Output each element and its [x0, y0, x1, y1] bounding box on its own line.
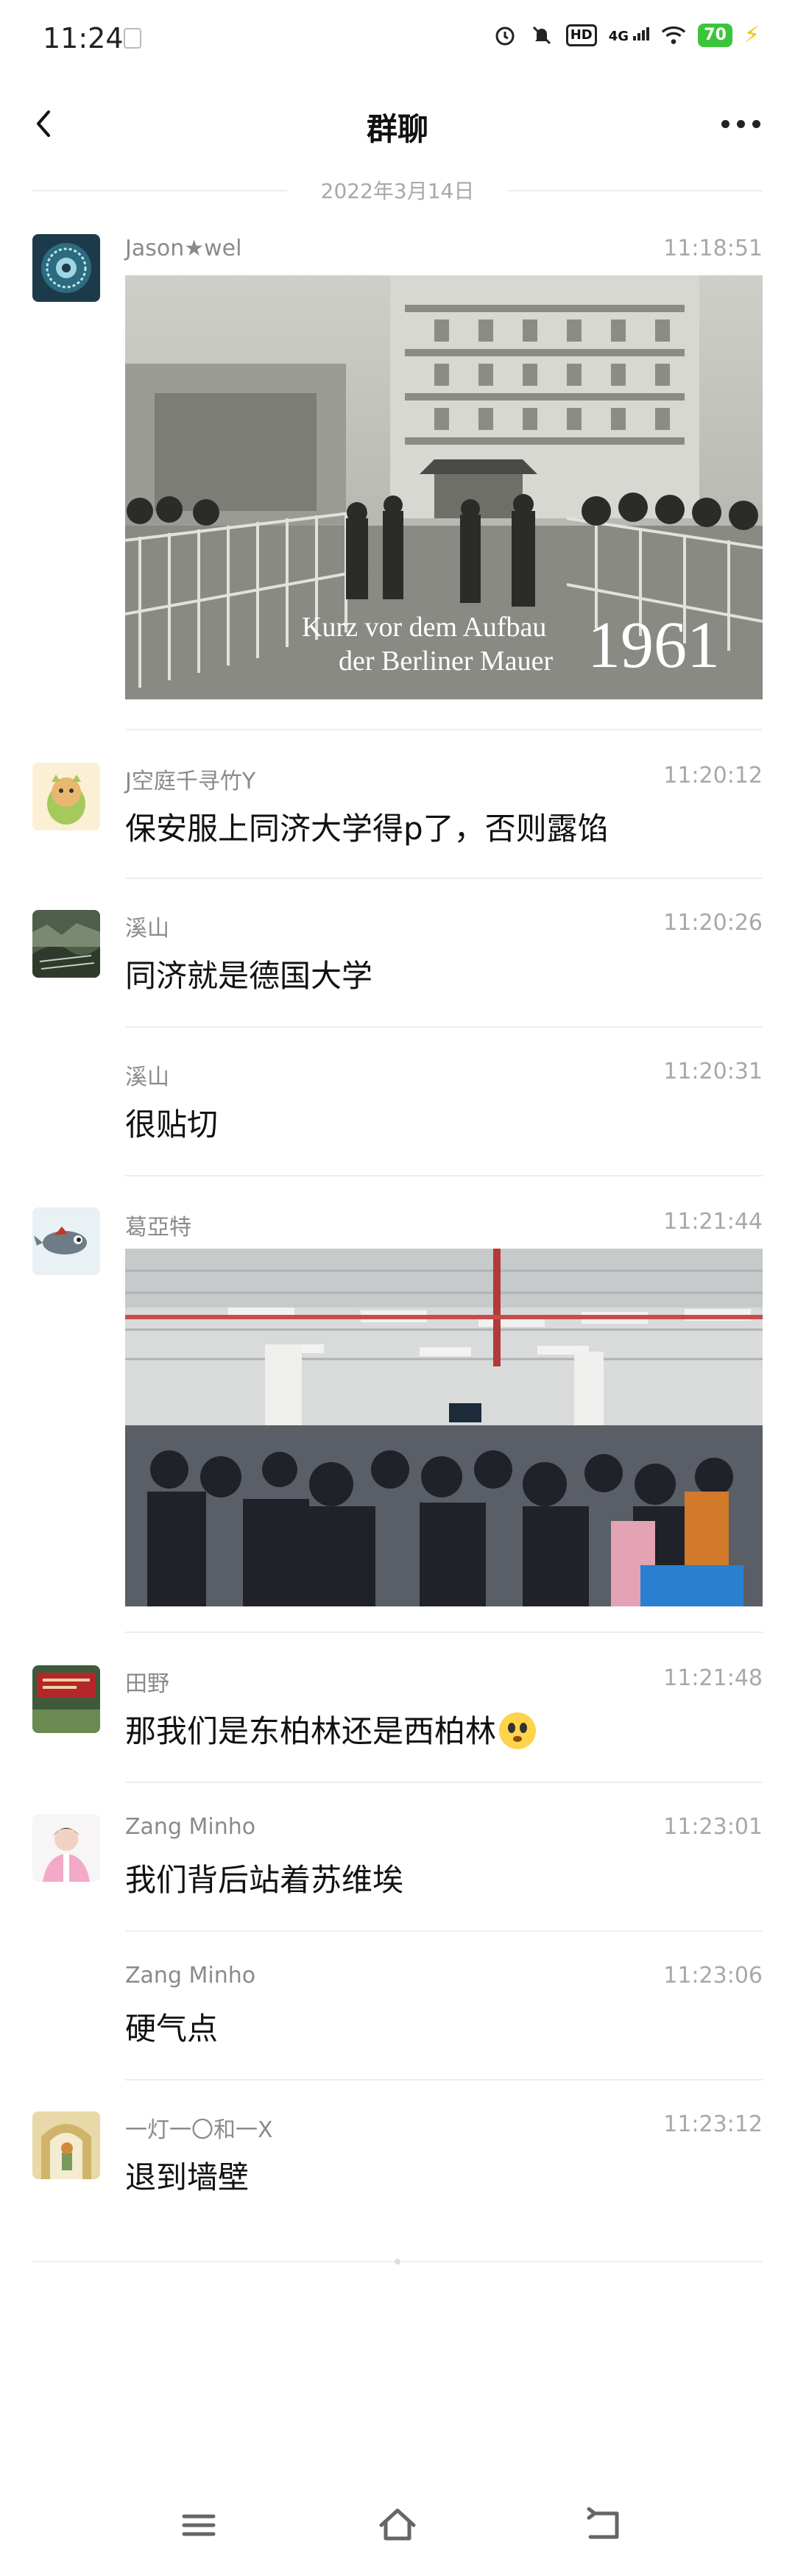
message-text[interactable]: 保安服上同济大学得p了，否则露馅	[125, 804, 609, 849]
image-caption-line2: der Berliner Mauer	[339, 646, 554, 677]
message-time: 11:20:31	[663, 1059, 763, 1084]
date-divider: 2022年3月14日	[0, 174, 795, 203]
avatar[interactable]	[32, 910, 100, 978]
message-text[interactable]: 退到墙壁	[125, 2153, 249, 2198]
message-text[interactable]: 我们背后站着苏维埃	[125, 1855, 403, 1900]
message-separator	[125, 2079, 763, 2081]
sender-name: Jason★wel	[125, 236, 242, 261]
nav-menu-button[interactable]	[177, 2503, 221, 2547]
avatar[interactable]	[32, 1814, 100, 1882]
hd-icon: HD	[565, 24, 597, 46]
dot	[752, 119, 760, 128]
battery-icon: 70	[698, 23, 732, 47]
signal-icon: 4G	[609, 27, 650, 43]
sender-name: 一灯一〇和一X	[125, 2117, 273, 2143]
image-caption-line1: Kurz vor dem Aufbau	[302, 612, 546, 643]
system-nav-bar	[0, 2488, 795, 2576]
sender-name: Zang Minho	[125, 1963, 256, 1989]
message-time: 11:18:51	[663, 236, 763, 261]
return-icon	[587, 2507, 619, 2539]
home-icon	[379, 2508, 416, 2541]
alarm-icon	[492, 23, 517, 48]
message-time: 11:23:06	[663, 1963, 763, 1989]
nav-home-button[interactable]	[375, 2503, 420, 2547]
message-text-row[interactable]: 那我们是东柏林还是西柏林	[125, 1707, 537, 1752]
message-time: 11:23:01	[663, 1814, 763, 1840]
wifi-icon	[661, 23, 686, 48]
message-image[interactable]	[125, 1249, 763, 1606]
sender-name: J空庭千寻竹Y	[125, 769, 256, 794]
sim-icon	[124, 28, 141, 49]
mute-icon	[529, 23, 554, 48]
more-button[interactable]	[721, 115, 766, 133]
message-separator	[125, 1175, 763, 1176]
image-year: 1961	[587, 609, 720, 682]
message-text: 那我们是东柏林还是西柏林	[125, 1713, 497, 1749]
avatar[interactable]	[32, 1665, 100, 1733]
message-separator	[125, 1026, 763, 1028]
network-label: 4G	[608, 28, 629, 44]
message-item: Zang Minho 11:23:01 我们背后站着苏维埃	[0, 1814, 795, 1929]
avatar[interactable]	[32, 763, 100, 830]
message-separator	[125, 729, 763, 730]
message-time: 11:23:12	[663, 2111, 763, 2137]
sender-name: 溪山	[125, 916, 169, 942]
message-time: 11:21:48	[663, 1665, 763, 1691]
message-item: J空庭千寻竹Y 11:20:12 保安服上同济大学得p了，否则露馅	[0, 763, 795, 910]
avatar[interactable]	[32, 1207, 100, 1275]
message-item: 葛亞特 11:21:44	[0, 1207, 795, 1633]
avatar[interactable]	[32, 2111, 100, 2179]
message-item: 溪山 11:20:31 很贴切	[0, 1059, 795, 1174]
nav-back-button[interactable]	[582, 2503, 626, 2547]
message-separator	[125, 1782, 763, 1783]
message-separator	[125, 1930, 763, 1932]
message-image[interactable]: Kurz vor dem Aufbau der Berliner Mauer 1…	[125, 275, 763, 699]
avatar[interactable]	[32, 234, 100, 302]
message-separator	[125, 1631, 763, 1633]
sender-name: Zang Minho	[125, 1814, 256, 1840]
sender-name: 葛亞特	[125, 1215, 191, 1241]
more-horizontal-icon	[721, 119, 729, 128]
status-time: 11:24	[43, 22, 124, 54]
charging-icon: ⚡	[743, 22, 760, 48]
chat-header: 群聊	[0, 87, 795, 160]
message-time: 11:20:12	[663, 763, 763, 788]
sender-name: 田野	[125, 1671, 169, 1697]
message-item: Jason★wel 11:18:51 Kurz vor dem Aufbau d…	[0, 234, 795, 730]
message-item: Zang Minho 11:23:06 硬气点	[0, 1963, 795, 2078]
message-text[interactable]: 硬气点	[125, 2004, 218, 2049]
end-dot	[395, 2259, 400, 2265]
flushed-face-emoji-icon	[499, 1712, 537, 1749]
message-item: 一灯一〇和一X 11:23:12 退到墙壁	[0, 2111, 795, 2226]
page-title: 群聊	[366, 111, 428, 147]
message-item: 田野 11:21:48 那我们是东柏林还是西柏林	[0, 1665, 795, 1780]
message-time: 11:21:44	[663, 1209, 763, 1235]
sender-name: 溪山	[125, 1065, 169, 1090]
divider-line	[508, 190, 763, 191]
message-item: 溪山 11:20:26 同济就是德国大学	[0, 910, 795, 1025]
message-text[interactable]: 很贴切	[125, 1100, 218, 1145]
message-time: 11:20:26	[663, 910, 763, 936]
dot	[737, 119, 745, 128]
menu-icon	[182, 2514, 216, 2536]
message-text[interactable]: 同济就是德国大学	[125, 951, 372, 996]
status-bar: 11:24 HD 4G 70 ⚡	[0, 0, 795, 87]
message-separator	[125, 878, 763, 879]
